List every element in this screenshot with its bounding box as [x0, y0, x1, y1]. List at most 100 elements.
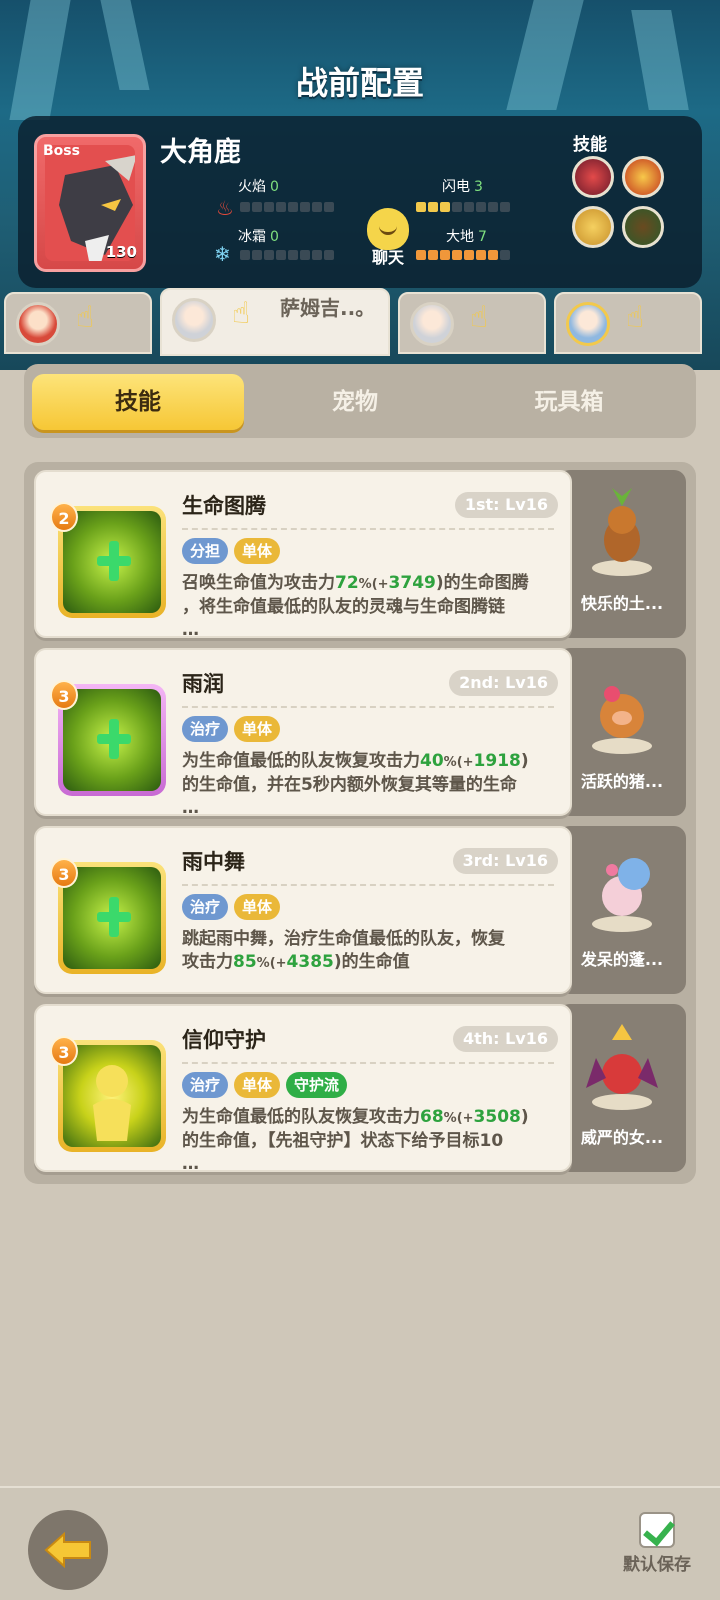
lightning-value: 3	[474, 179, 483, 195]
bottom-bar: 默认保存	[0, 1486, 720, 1600]
hero-avatar-4	[566, 302, 610, 346]
divider	[182, 884, 554, 886]
boss-skill-icon-3[interactable]	[572, 206, 614, 248]
pet-name: 快乐的土...	[580, 594, 664, 613]
boss-panel: Boss 130 大角鹿 火焰 0 ♨ 闪电 3 冰霜 0 ❄ 大地 7 聊天 …	[18, 116, 702, 288]
main-tabs: 技能 宠物 玩具箱	[24, 364, 696, 438]
heal-cross-icon	[97, 897, 131, 937]
energy-cost-badge: 3	[50, 858, 78, 888]
skill-tag: 单体	[234, 1072, 281, 1098]
boss-tag: Boss	[43, 143, 80, 159]
earth-bar	[416, 250, 510, 260]
skill-row: 发呆的蓬... 3 雨中舞 3rd: Lv16 治疗 单体 跳起雨中舞，治疗生命…	[34, 826, 686, 998]
tab-toybox[interactable]: 玩具箱	[464, 374, 674, 430]
pet-image	[586, 1024, 658, 1110]
lightning-bar	[416, 202, 510, 212]
snowflake-icon: ❄	[214, 242, 231, 266]
pet-card[interactable]: 快乐的土...	[558, 470, 686, 638]
earth-stat: 大地 7	[446, 226, 487, 246]
boss-level: 130	[105, 243, 137, 261]
fire-bar	[240, 202, 334, 212]
fire-label: 火焰	[238, 179, 266, 195]
boss-portrait[interactable]: Boss 130	[34, 134, 146, 272]
skill-tag: 单体	[234, 716, 281, 742]
divider	[182, 1062, 554, 1064]
skill-rank: 4th: Lv16	[452, 1026, 558, 1052]
back-arrow-icon	[44, 1532, 91, 1568]
hero-avatar-1	[16, 302, 60, 346]
pet-card[interactable]: 发呆的蓬...	[558, 826, 686, 994]
energy-cost-badge: 2	[50, 502, 78, 532]
save-label: 默认保存	[623, 1555, 691, 1575]
skill-description: 召唤生命值为攻击力72%(+3749)的生命图腾 ，将生命值最低的队友的灵魂与生命…	[182, 573, 529, 640]
boss-skill-icon-1[interactable]	[572, 156, 614, 198]
pet-card[interactable]: 威严的女...	[558, 1004, 686, 1172]
pet-image	[592, 858, 652, 932]
boss-skills-label: 技能	[573, 135, 607, 155]
hand-point-icon: ☝	[76, 300, 95, 335]
chat-mascot-icon	[367, 208, 409, 250]
hand-point-icon: ☝	[470, 300, 489, 335]
page-title: 战前配置	[295, 64, 424, 102]
fire-value: 0	[270, 179, 279, 195]
hero-name: 萨姆吉..。	[280, 296, 376, 320]
default-save-button[interactable]: 默认保存	[612, 1512, 702, 1575]
skill-rank: 2nd: Lv16	[449, 670, 558, 696]
tab-skills[interactable]: 技能	[32, 374, 244, 430]
boss-skill-icon-4[interactable]	[622, 206, 664, 248]
skill-card[interactable]: 3 雨润 2nd: Lv16 治疗 单体 为生命值最低的队友恢复攻击力40%(+…	[34, 648, 572, 818]
hero-tab-1[interactable]: ☝	[4, 292, 152, 354]
skill-title: 生命图腾	[182, 494, 266, 518]
skill-row: 威严的女... 3 信仰守护 4th: Lv16 治疗 单体 守护流 为生命值最…	[34, 1004, 686, 1176]
pet-name: 活跃的猪...	[580, 772, 664, 791]
back-button[interactable]	[28, 1510, 108, 1590]
frost-bar	[240, 250, 334, 260]
checkbox-checked-icon	[639, 1512, 675, 1548]
pet-name: 威严的女...	[580, 1128, 664, 1147]
earth-label: 大地	[446, 229, 474, 245]
fire-icon: ♨	[216, 196, 234, 220]
tab-pets[interactable]: 宠物	[250, 374, 460, 430]
frost-value: 0	[270, 229, 279, 245]
hero-tab-4[interactable]: ☝	[554, 292, 702, 354]
lightning-stat: 闪电 3	[442, 176, 483, 196]
pet-image	[592, 686, 652, 754]
skill-list: 快乐的土... 2 生命图腾 1st: Lv16 分担 单体 召唤生命值为攻击力…	[24, 462, 696, 1184]
divider	[182, 528, 554, 530]
skill-description: 跳起雨中舞，治疗生命值最低的队友，恢复 攻击力85%(+4385)的生命值	[182, 929, 505, 972]
skill-tag: 治疗	[182, 894, 229, 920]
skill-card[interactable]: 3 信仰守护 4th: Lv16 治疗 单体 守护流 为生命值最低的队友恢复攻击…	[34, 1004, 572, 1174]
skill-rank: 1st: Lv16	[454, 492, 558, 518]
boss-skill-icon-2[interactable]	[622, 156, 664, 198]
battle-scene: 战前配置 Boss 130 大角鹿 火焰 0 ♨ 闪电 3 冰霜 0 ❄ 大地 …	[0, 0, 720, 370]
skill-tag: 单体	[234, 894, 281, 920]
hero-avatar-3	[410, 302, 454, 346]
heal-cross-icon	[97, 719, 131, 759]
skill-tag: 守护流	[286, 1072, 348, 1098]
skill-tag: 治疗	[182, 1072, 229, 1098]
boss-name: 大角鹿	[160, 137, 241, 168]
frost-stat: 冰霜 0	[238, 226, 279, 246]
pet-card[interactable]: 活跃的猪...	[558, 648, 686, 816]
skill-title: 信仰守护	[182, 1028, 266, 1052]
skill-title: 雨润	[182, 672, 224, 696]
hero-tab-3[interactable]: ☝	[398, 292, 546, 354]
lightning-label: 闪电	[442, 179, 470, 195]
chat-button[interactable]: 聊天	[358, 208, 418, 267]
pet-name: 发呆的蓬...	[580, 950, 664, 969]
skill-tag: 单体	[234, 538, 281, 564]
guardian-figure-icon	[93, 1065, 131, 1141]
fire-stat: 火焰 0	[238, 176, 279, 196]
earth-value: 7	[478, 229, 487, 245]
skill-card[interactable]: 2 生命图腾 1st: Lv16 分担 单体 召唤生命值为攻击力72%(+374…	[34, 470, 572, 640]
skill-description: 为生命值最低的队友恢复攻击力68%(+3508) 的生命值，【先祖守护】状态下给予…	[182, 1107, 529, 1174]
hero-tab-2[interactable]: ☝ 萨姆吉..。	[160, 288, 390, 356]
frost-label: 冰霜	[238, 229, 266, 245]
skill-rank: 3rd: Lv16	[452, 848, 558, 874]
skill-title: 雨中舞	[182, 850, 245, 874]
skill-card[interactable]: 3 雨中舞 3rd: Lv16 治疗 单体 跳起雨中舞，治疗生命值最低的队友，恢…	[34, 826, 572, 994]
energy-cost-badge: 3	[50, 680, 78, 710]
skill-row: 快乐的土... 2 生命图腾 1st: Lv16 分担 单体 召唤生命值为攻击力…	[34, 470, 686, 642]
energy-cost-badge: 3	[50, 1036, 78, 1066]
hand-point-icon: ☝	[232, 296, 251, 331]
